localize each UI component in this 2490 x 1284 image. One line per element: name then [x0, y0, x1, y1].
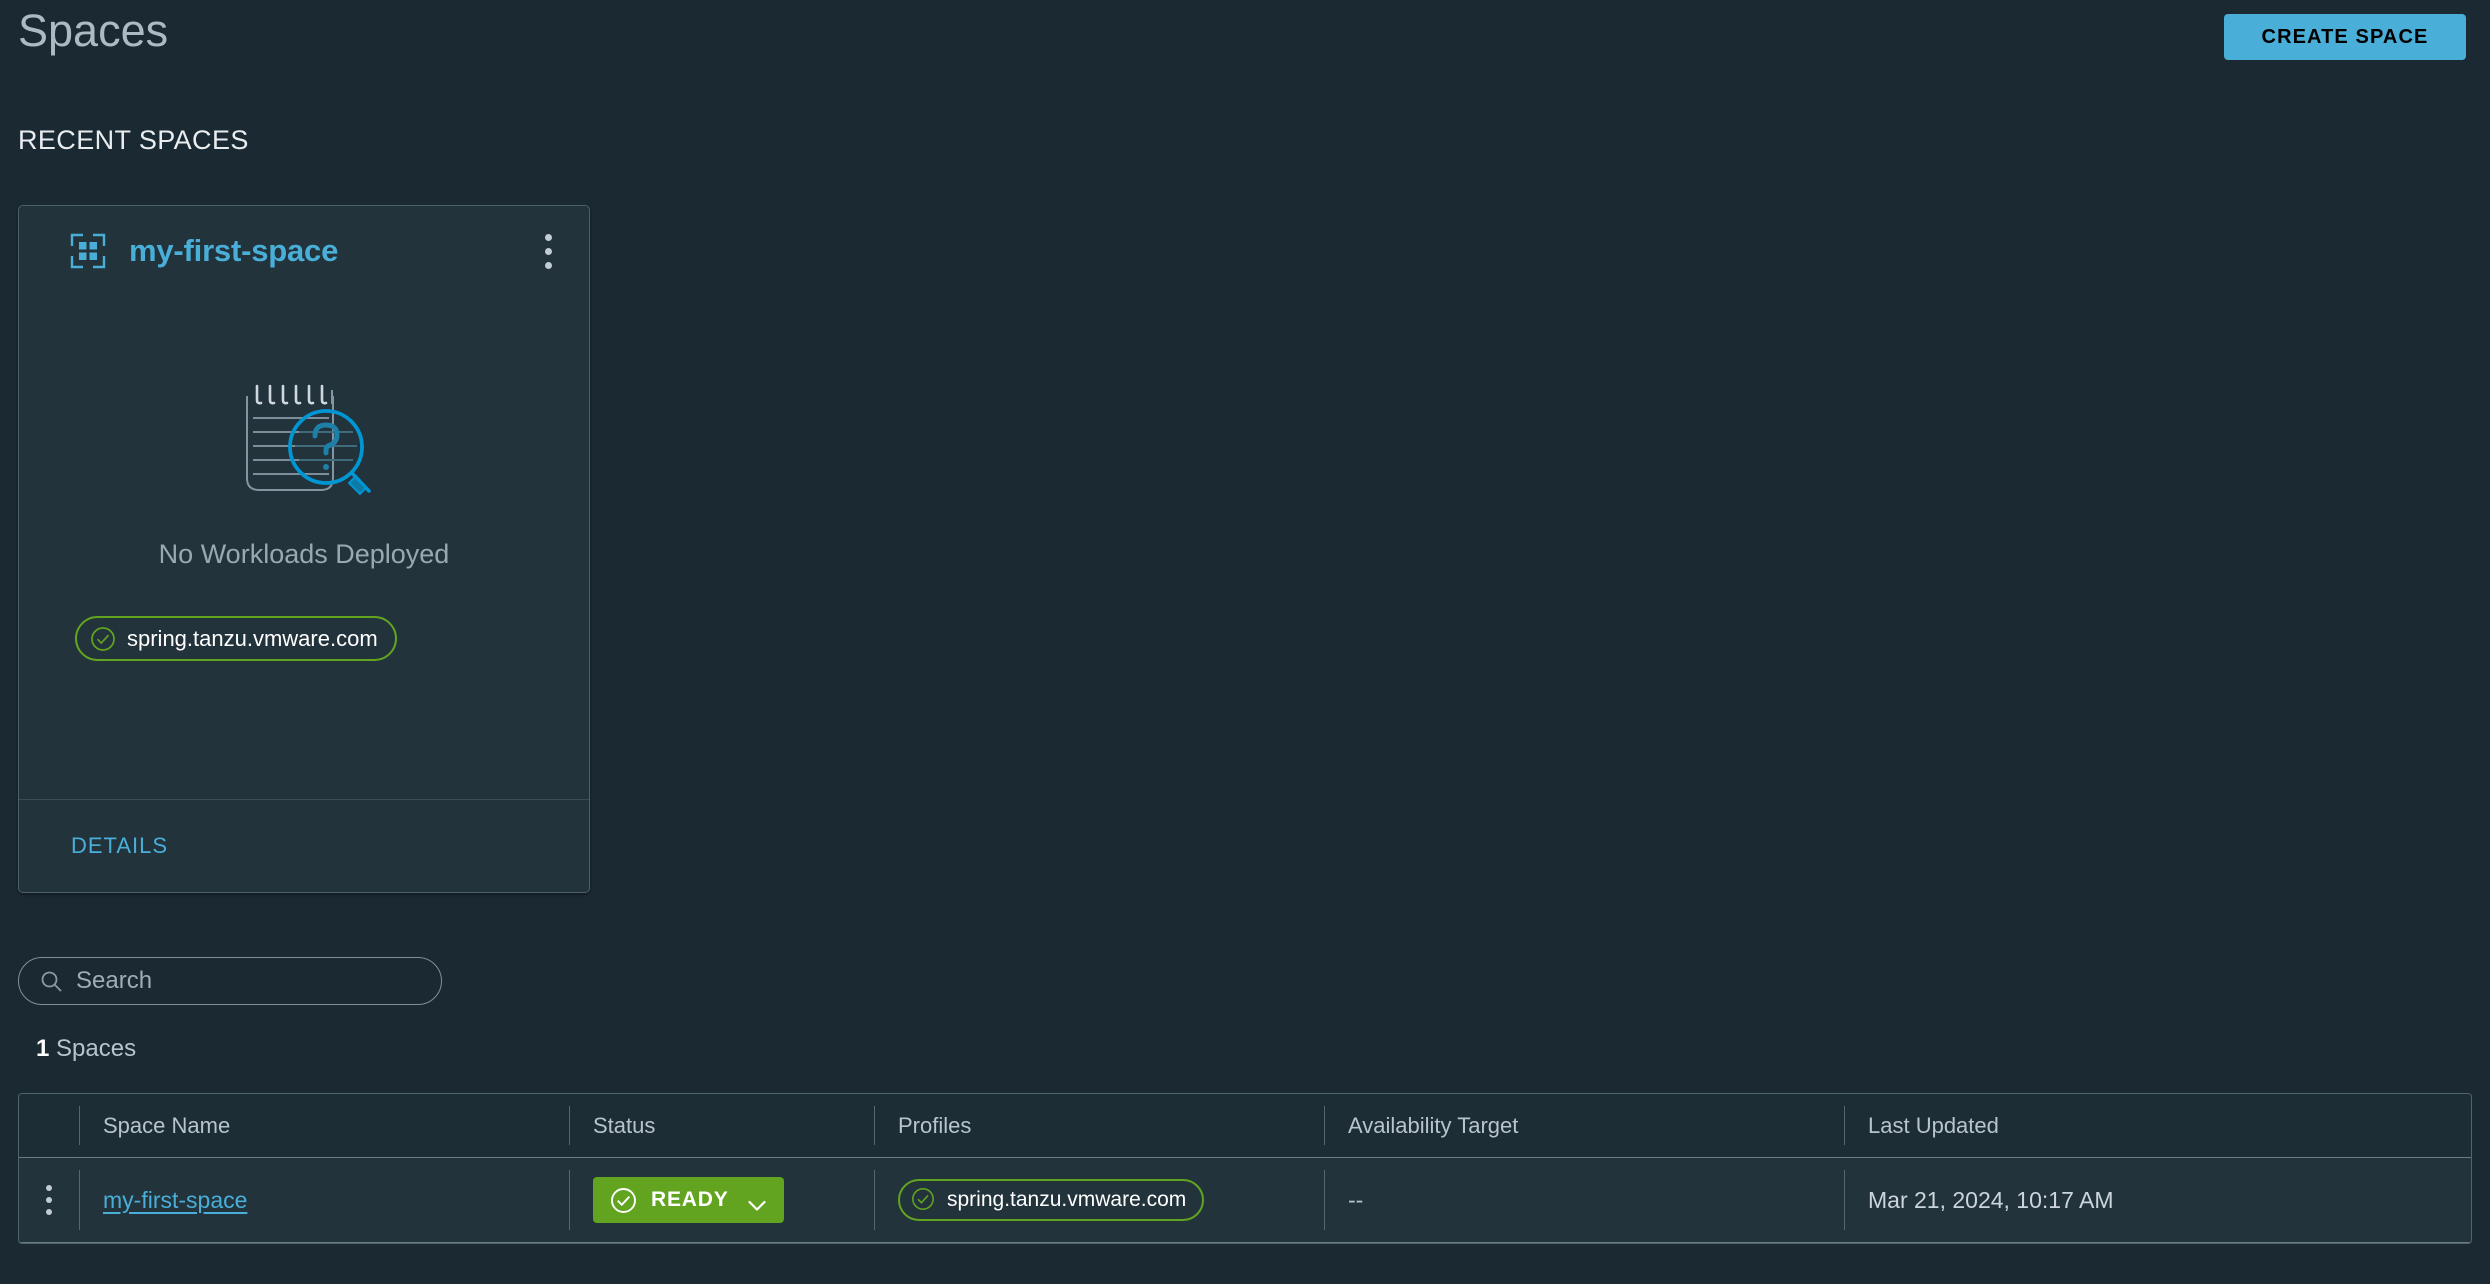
- no-workloads-magnifier-icon: [229, 374, 379, 504]
- table-header-row: Space Name Status Profiles Availability …: [19, 1094, 2471, 1158]
- check-circle-icon: [610, 1187, 637, 1214]
- chevron-down-icon[interactable]: [747, 1194, 767, 1211]
- column-header-profiles[interactable]: Profiles: [874, 1094, 1324, 1157]
- space-card-profile-pill: spring.tanzu.vmware.com: [75, 616, 397, 661]
- row-space-name-link[interactable]: my-first-space: [103, 1187, 247, 1214]
- details-link[interactable]: DETAILS: [71, 833, 168, 859]
- row-status-cell: READY: [569, 1158, 874, 1242]
- column-header-last-updated[interactable]: Last Updated: [1844, 1094, 2471, 1157]
- status-badge-label: READY: [651, 1188, 729, 1211]
- search-icon: [39, 969, 63, 993]
- status-badge[interactable]: READY: [593, 1177, 784, 1223]
- row-last-updated-cell: Mar 21, 2024, 10:17 AM: [1844, 1158, 2471, 1242]
- row-profiles-cell: spring.tanzu.vmware.com: [874, 1158, 1324, 1242]
- column-header-status[interactable]: Status: [569, 1094, 874, 1157]
- row-actions-cell: [19, 1158, 79, 1242]
- table-row[interactable]: my-first-space READY spring.tanzu.vmware…: [19, 1158, 2471, 1243]
- spaces-count: 1 Spaces: [36, 1035, 136, 1063]
- column-header-availability-target[interactable]: Availability Target: [1324, 1094, 1844, 1157]
- search-input[interactable]: [76, 967, 427, 995]
- space-card-title[interactable]: my-first-space: [129, 233, 338, 269]
- page-header: Spaces CREATE SPACE: [0, 0, 2490, 72]
- create-space-button[interactable]: CREATE SPACE: [2224, 14, 2466, 60]
- row-profile-label: spring.tanzu.vmware.com: [947, 1188, 1187, 1211]
- spaces-count-label: Spaces: [56, 1035, 137, 1062]
- space-grid-icon: [69, 232, 107, 270]
- row-kebab-menu-icon[interactable]: [36, 1181, 62, 1219]
- row-last-updated-value: Mar 21, 2024, 10:17 AM: [1868, 1186, 2114, 1213]
- recent-spaces-label: RECENT SPACES: [18, 125, 249, 155]
- spaces-count-number: 1: [36, 1035, 50, 1062]
- page-title: Spaces: [18, 5, 169, 56]
- check-circle-icon: [911, 1187, 937, 1213]
- space-card-footer: DETAILS: [19, 800, 589, 892]
- space-card-kebab-menu-icon[interactable]: [533, 231, 563, 271]
- row-profile-pill: spring.tanzu.vmware.com: [898, 1179, 1205, 1221]
- column-header-space-name[interactable]: Space Name: [79, 1094, 569, 1157]
- search-box[interactable]: [18, 957, 442, 1005]
- spaces-page: Spaces CREATE SPACE RECENT SPACES my-fir…: [0, 0, 2490, 1284]
- check-circle-icon: [90, 626, 116, 652]
- spaces-table: Space Name Status Profiles Availability …: [18, 1093, 2472, 1244]
- space-card-profile-label: spring.tanzu.vmware.com: [127, 625, 378, 651]
- row-availability-target-value: --: [1348, 1186, 1364, 1213]
- space-card-body: my-first-space No Workloads Deployed spr…: [19, 206, 589, 800]
- column-header-actions: [19, 1094, 79, 1157]
- no-workloads-text: No Workloads Deployed: [158, 539, 450, 569]
- space-card[interactable]: my-first-space No Workloads Deployed spr…: [18, 205, 590, 893]
- space-card-header: my-first-space: [19, 206, 589, 296]
- row-space-name-cell: my-first-space: [79, 1158, 569, 1242]
- row-availability-target-cell: --: [1324, 1158, 1844, 1242]
